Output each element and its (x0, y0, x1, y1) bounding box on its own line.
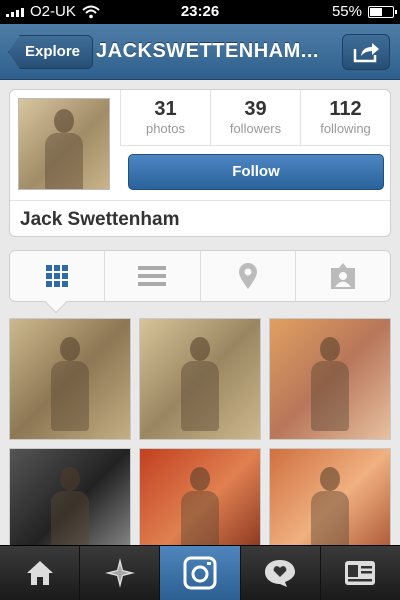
stat-label: photos (145, 121, 186, 136)
tab-tagged-photos[interactable] (294, 251, 390, 301)
back-button[interactable]: Explore (8, 35, 94, 69)
profile-icon (345, 561, 376, 585)
news-icon (265, 560, 296, 587)
tab-list-view[interactable] (104, 251, 199, 301)
follow-button[interactable]: Follow (128, 154, 384, 190)
bottom-tab-bar (0, 545, 400, 600)
status-bar: O2-UK 23:26 55% (0, 0, 400, 24)
page-title: JACKSWETTENHAM... (96, 40, 319, 62)
profile-card: 31 photos 39 followers 112 following Fol… (9, 89, 391, 237)
home-icon (26, 561, 53, 585)
battery-percent: 55% (331, 3, 362, 20)
stat-label: following (320, 121, 371, 136)
stat-photos[interactable]: 31 photos (120, 90, 210, 145)
tab-map-view[interactable] (199, 251, 295, 301)
photo-thumbnail[interactable] (9, 448, 131, 546)
stat-following[interactable]: 112 following (300, 90, 390, 145)
grid-icon (46, 265, 69, 287)
tab-profile[interactable] (319, 546, 400, 600)
photo-grid (9, 318, 391, 546)
tab-news[interactable] (239, 546, 320, 600)
profile-view-tabs (9, 250, 391, 314)
photo-thumbnail[interactable] (139, 318, 261, 440)
camera-icon (183, 556, 217, 590)
photo-thumbnail[interactable] (9, 318, 131, 440)
stat-followers[interactable]: 39 followers (210, 90, 300, 145)
list-icon (138, 266, 167, 286)
explore-icon (104, 558, 135, 588)
navigation-bar: Explore JACKSWETTENHAM... (0, 24, 400, 80)
tagged-photos-icon (330, 263, 355, 289)
share-button[interactable] (342, 34, 390, 70)
stat-value: 112 (329, 98, 362, 120)
stat-label: followers (229, 121, 282, 136)
photo-thumbnail[interactable] (139, 448, 261, 546)
profile-stats: 31 photos 39 followers 112 following (120, 90, 390, 146)
profile-name-row: Jack Swettenham (10, 200, 390, 239)
avatar[interactable] (18, 98, 110, 190)
photo-thumbnail[interactable] (269, 318, 391, 440)
stat-value: 31 (154, 98, 177, 120)
tab-explore[interactable] (79, 546, 159, 600)
photo-thumbnail[interactable] (269, 448, 391, 546)
share-icon (353, 43, 379, 63)
stat-value: 39 (244, 98, 267, 120)
profile-name: Jack Swettenham (20, 209, 180, 230)
map-pin-icon (238, 263, 257, 289)
tab-home[interactable] (0, 546, 79, 600)
battery-icon (368, 5, 397, 18)
tab-camera[interactable] (159, 546, 240, 600)
